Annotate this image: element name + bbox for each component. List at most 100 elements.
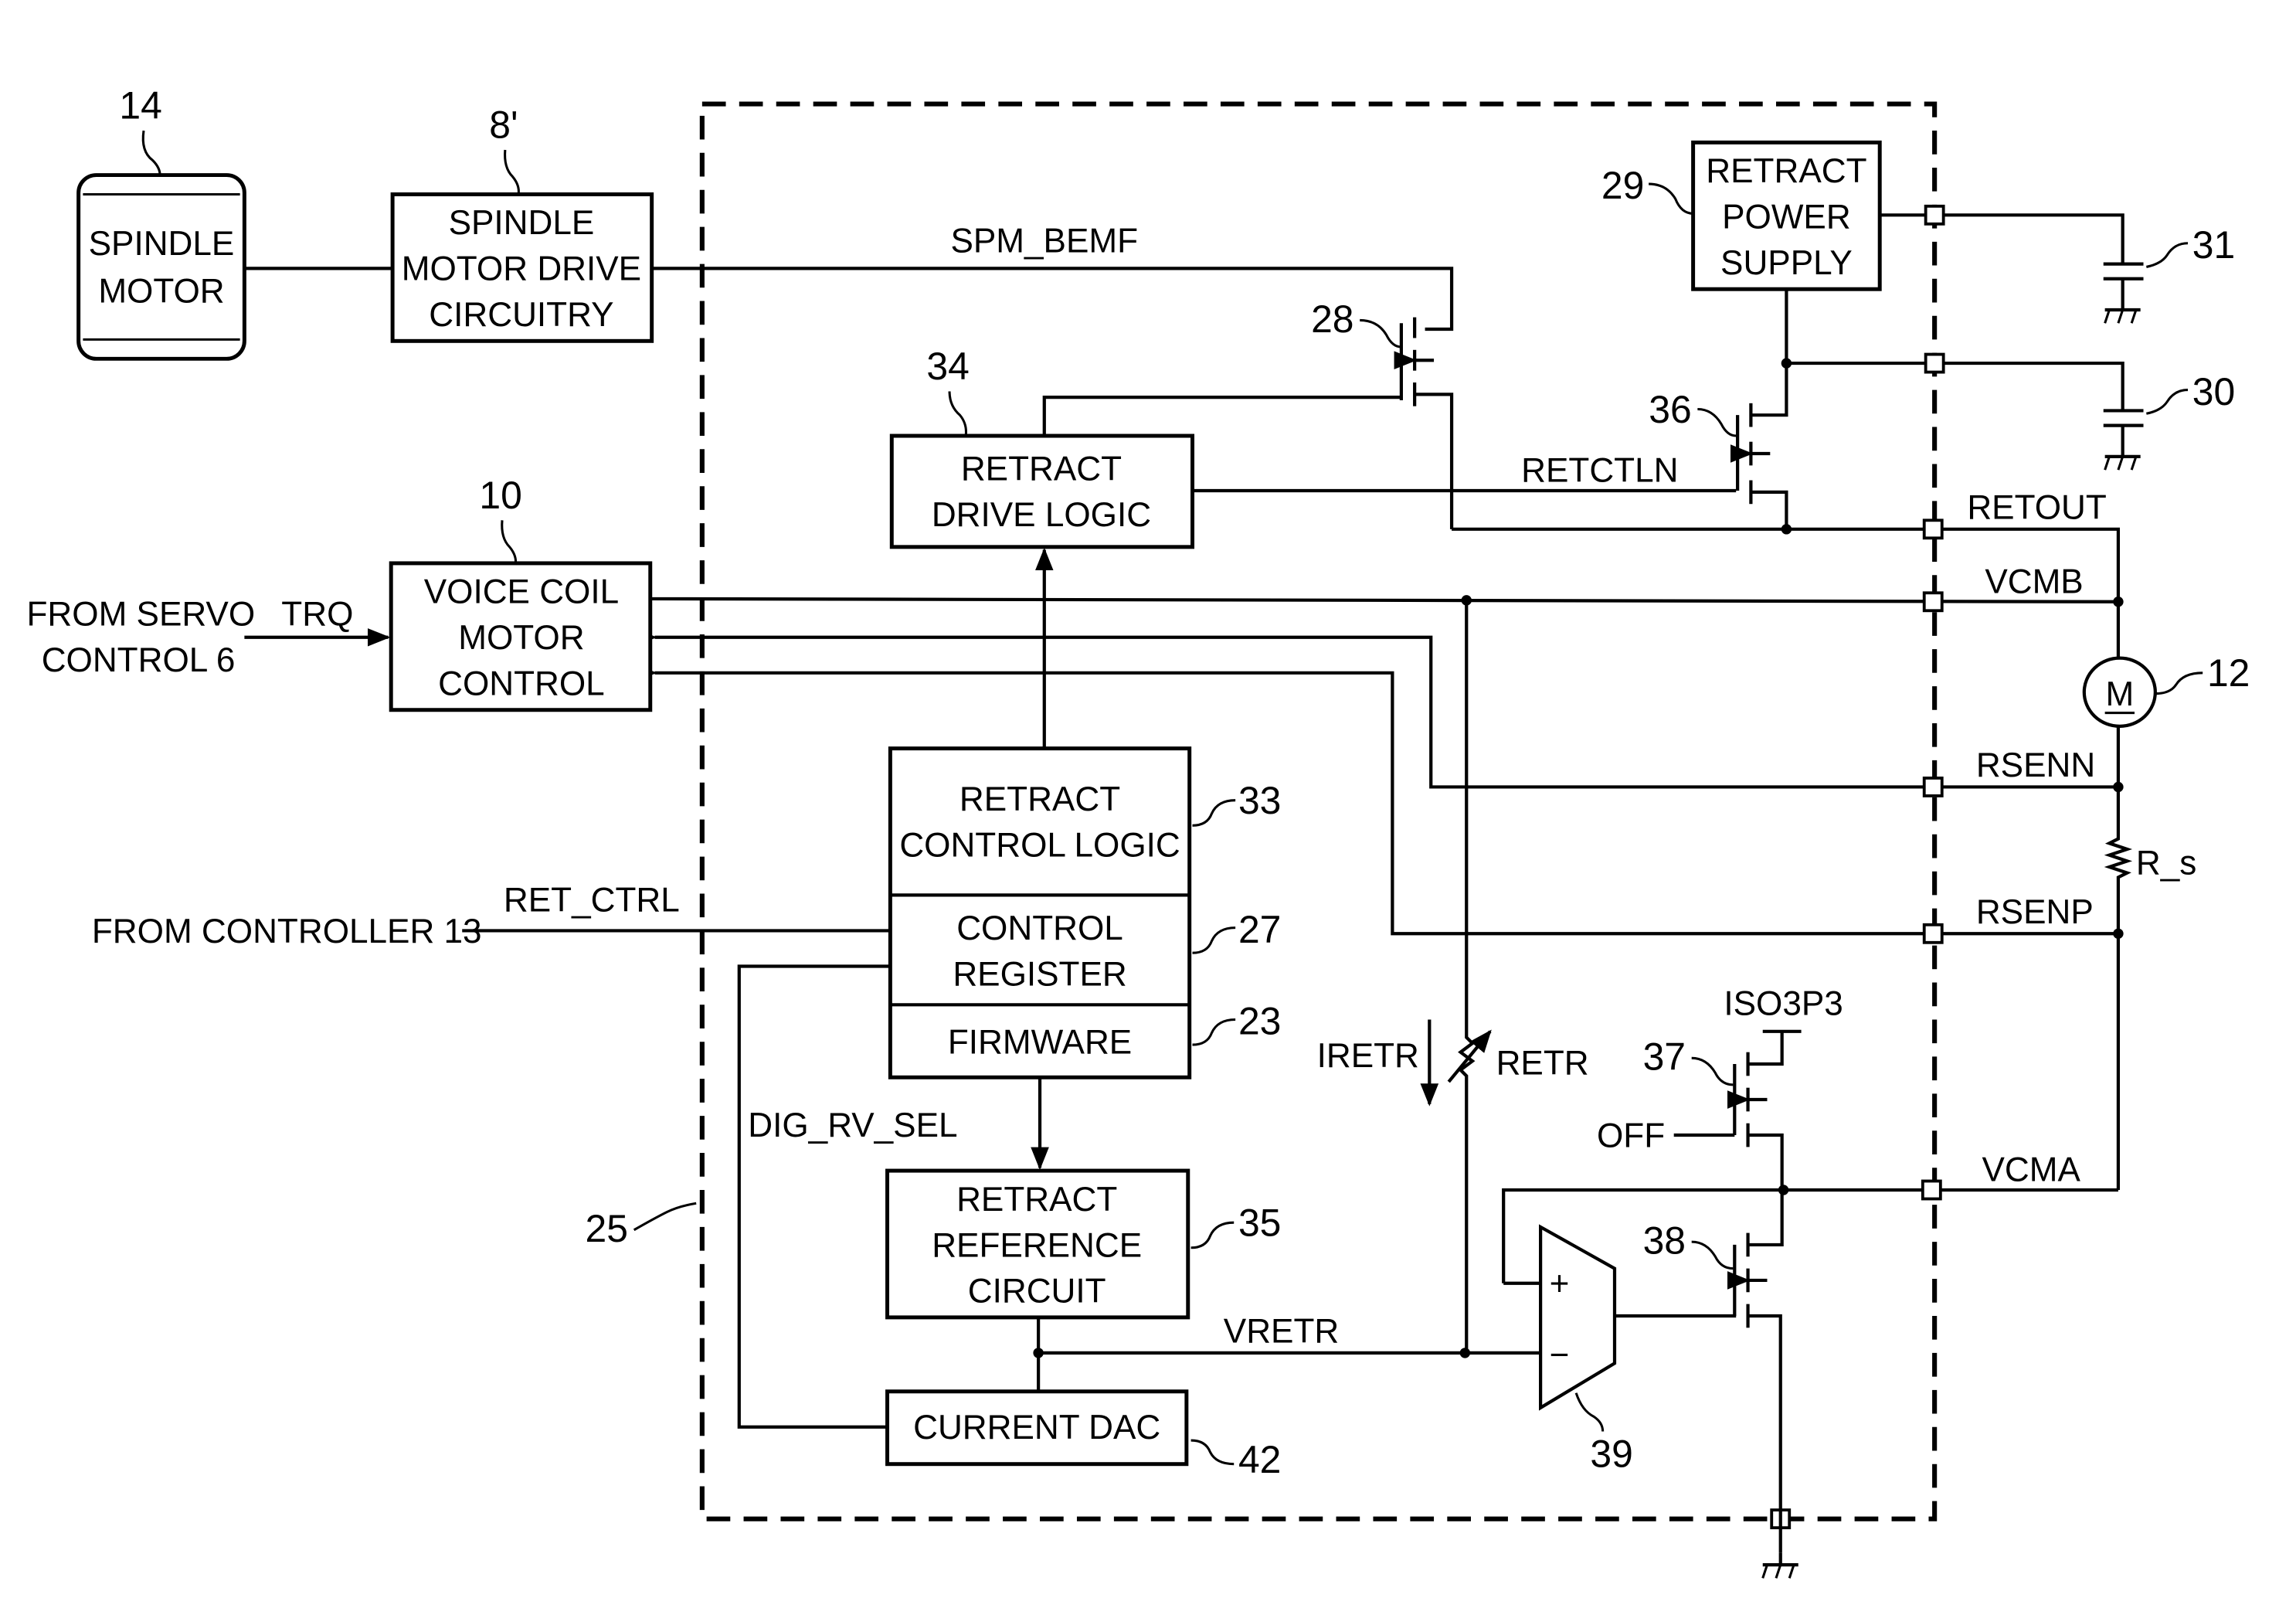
leader-12 — [2155, 671, 2203, 695]
rsenn-wire — [633, 627, 2118, 789]
vcma-label: VCMA — [1982, 1151, 2081, 1188]
vcm-line-1: VOICE COIL — [424, 573, 619, 611]
dig-rv-sel-wire — [737, 964, 891, 1429]
leader-33 — [1192, 799, 1236, 827]
ref-14: 14 — [119, 84, 161, 127]
vcmb-wire — [651, 597, 2118, 603]
ground-icon — [1761, 1552, 1798, 1579]
leader-29 — [1649, 182, 1693, 215]
circuit-diagram: 25 SPINDLE MOTOR 14 SPINDLE MOTOR DRIVE … — [27, 84, 2250, 1579]
rps-line-2: POWER — [1722, 199, 1851, 236]
leader-39 — [1574, 1392, 1605, 1432]
rsenp-label: RSENP — [1976, 893, 2094, 931]
ref-38: 38 — [1643, 1219, 1686, 1262]
leader-42 — [1190, 1439, 1235, 1466]
transistor-28 — [1394, 317, 1454, 529]
leader-27 — [1192, 926, 1236, 954]
iretr-label: IRETR — [1317, 1037, 1419, 1075]
ground-icon — [2104, 454, 2141, 471]
rsenp-wire — [633, 663, 2118, 936]
amp-plus: + — [1550, 1265, 1570, 1303]
retr-resistor — [1458, 600, 1476, 1353]
transistor-36 — [1730, 363, 1788, 529]
ref-23: 23 — [1238, 1000, 1281, 1043]
ref-42: 42 — [1238, 1438, 1281, 1481]
ref-28: 28 — [1311, 297, 1353, 341]
from-controller-label: FROM CONTROLLER 13 — [92, 913, 482, 950]
leader-31 — [2146, 242, 2189, 268]
retract-control-stack: RETRACT CONTROL LOGIC CONTROL REGISTER F… — [888, 746, 1192, 1079]
rps-line-3: SUPPLY — [1720, 244, 1853, 282]
from-servo-line-1: FROM SERVO — [27, 595, 256, 633]
leader-34 — [948, 391, 967, 437]
iso3p3-label: ISO3P3 — [1724, 985, 1843, 1023]
leader-23 — [1192, 1018, 1236, 1046]
leader-10 — [501, 520, 518, 566]
cr-line-1: CONTROL — [956, 909, 1123, 947]
rps-line-1: RETRACT — [1706, 152, 1866, 190]
ref-31: 31 — [2192, 223, 2235, 267]
rcl-line-1: RETRACT — [959, 780, 1120, 818]
retract-drive-logic-block: RETRACT DRIVE LOGIC — [889, 433, 1195, 549]
current-dac-block: CURRENT DAC — [885, 1389, 1189, 1467]
spindle-drive-line-1: SPINDLE — [449, 204, 595, 242]
motor-symbol: M — [2105, 675, 2134, 713]
ref-33: 33 — [1238, 779, 1281, 822]
off-label: OFF — [1597, 1117, 1665, 1154]
vcmb-label: VCMB — [1985, 563, 2083, 600]
current-dac-label: CURRENT DAC — [913, 1409, 1160, 1447]
ref-8prime: 8' — [489, 104, 518, 147]
ret-ctrl-label: RET_CTRL — [504, 882, 680, 920]
rsenn-label: RSENN — [1976, 746, 2095, 784]
cr-line-2: REGISTER — [953, 955, 1126, 993]
vcm-line-2: MOTOR — [458, 619, 584, 657]
ref-10: 10 — [479, 474, 521, 517]
boundary-pins — [1770, 204, 1945, 1530]
vretr-label: VRETR — [1224, 1312, 1339, 1350]
drive-to-28-gate — [1042, 396, 1401, 437]
spindle-motor-line-2: MOTOR — [98, 272, 224, 310]
leader-8prime — [504, 149, 520, 195]
ground-icon — [2104, 308, 2141, 324]
retctln-label: RETCTLN — [1521, 451, 1678, 489]
leader-37 — [1691, 1056, 1734, 1086]
retr-label: RETR — [1496, 1044, 1589, 1082]
rrc-line-1: RETRACT — [956, 1181, 1117, 1219]
voice-coil-motor-control-block: VOICE COIL MOTOR CONTROL — [389, 561, 653, 712]
retract-drive-line-2: DRIVE LOGIC — [932, 496, 1151, 534]
ref-29: 29 — [1601, 164, 1644, 207]
ref-35: 35 — [1238, 1201, 1281, 1244]
leader-36 — [1697, 407, 1737, 437]
amp-minus: − — [1550, 1336, 1570, 1374]
retract-drive-line-1: RETRACT — [961, 450, 1122, 488]
leader-28 — [1360, 318, 1401, 348]
cap30-wire — [1785, 289, 2124, 411]
retout-label: RETOUT — [1967, 488, 2106, 526]
leader-14 — [141, 130, 161, 175]
rs-label: R_s — [2136, 845, 2196, 882]
transistor-37 — [1673, 1029, 1802, 1190]
vcma-wire — [1502, 1188, 2118, 1283]
leader-30 — [2146, 389, 2189, 415]
leader-35 — [1190, 1221, 1235, 1249]
ref-30: 30 — [2192, 370, 2235, 413]
rcl-line-2: CONTROL LOGIC — [899, 827, 1180, 865]
spindle-drive-line-3: CIRCUITRY — [429, 296, 613, 334]
from-servo-line-2: CONTROL 6 — [42, 641, 236, 679]
spindle-drive-line-2: MOTOR DRIVE — [402, 250, 641, 288]
ref-25: 25 — [586, 1207, 628, 1250]
ref-37: 37 — [1643, 1035, 1686, 1079]
transistor-38 — [1727, 1189, 1784, 1553]
retract-reference-block: RETRACT REFERENCE CIRCUIT — [885, 1168, 1190, 1320]
leader-38 — [1691, 1240, 1734, 1270]
amplifier-39: + − — [1539, 1224, 1617, 1411]
motor-12: M — [2082, 656, 2157, 728]
cap31-wire — [1880, 213, 2124, 264]
spindle-motor-block: SPINDLE MOTOR — [76, 173, 246, 361]
ref-27: 27 — [1238, 908, 1281, 951]
retract-power-supply-block: RETRACT POWER SUPPLY — [1691, 140, 1882, 291]
rrc-line-2: REFERENCE — [932, 1226, 1142, 1264]
spindle-motor-drive-block: SPINDLE MOTOR DRIVE CIRCUITRY — [390, 192, 654, 343]
ref-12: 12 — [2207, 651, 2250, 695]
ref-34: 34 — [926, 345, 969, 388]
